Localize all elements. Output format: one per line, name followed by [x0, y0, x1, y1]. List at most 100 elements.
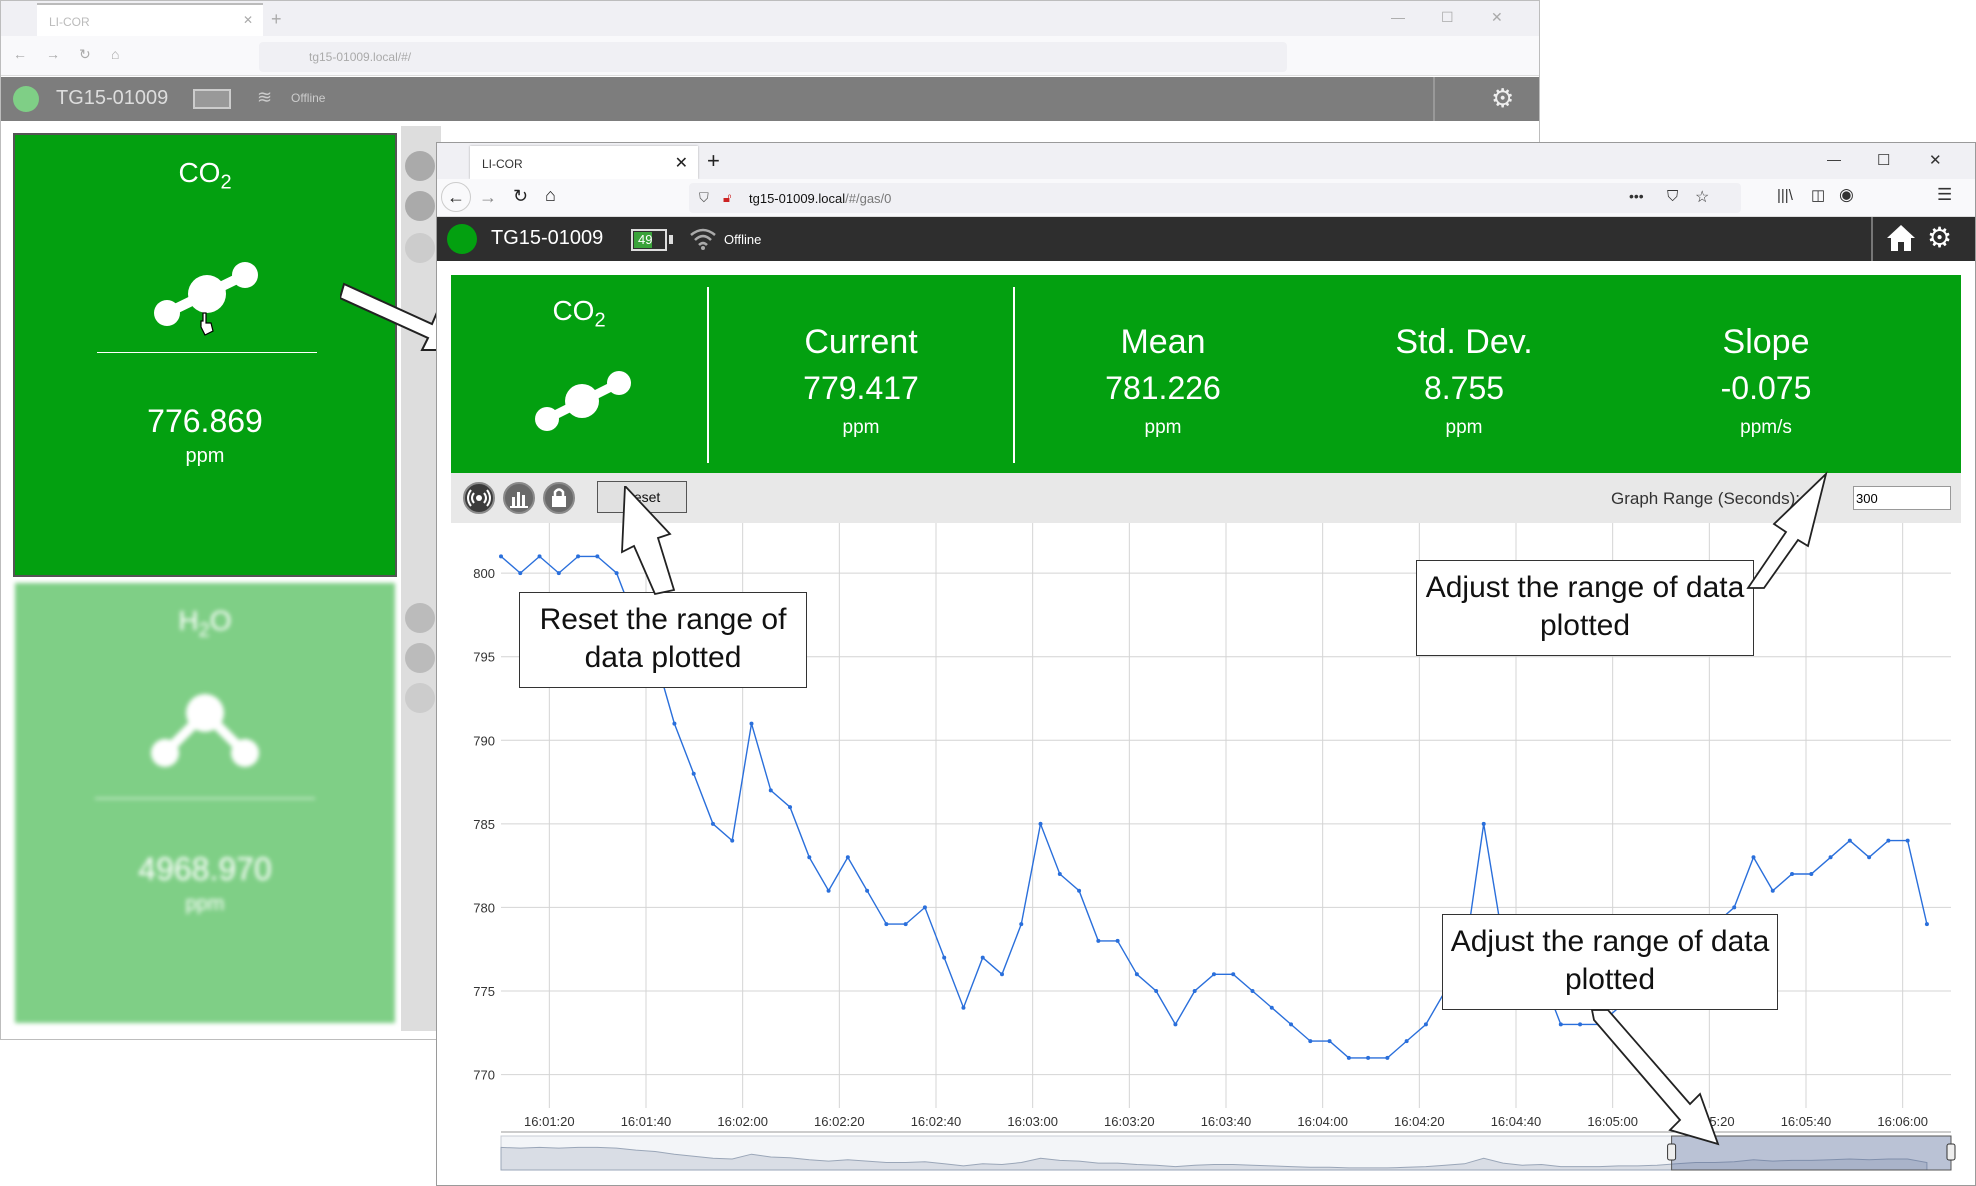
gas-name: CO [178, 157, 221, 188]
library-icon[interactable]: |||\ [1777, 187, 1793, 204]
data-point [1867, 855, 1872, 860]
data-point [1404, 1039, 1409, 1044]
close-tab-icon[interactable]: ✕ [675, 153, 688, 173]
data-point [1115, 938, 1120, 943]
data-point [961, 1005, 966, 1010]
co2-tile-title: CO2 [15, 157, 395, 195]
menu-icon[interactable]: ☰ [1937, 185, 1952, 205]
close-window-icon[interactable]: ✕ [1929, 151, 1942, 169]
reload-icon[interactable]: ↻ [79, 46, 91, 63]
data-point [1924, 922, 1929, 927]
y-tick-label: 795 [473, 650, 495, 665]
more-icon[interactable]: ••• [1629, 188, 1644, 204]
stat-value: 781.226 [1105, 370, 1221, 406]
broadcast-icon[interactable] [405, 151, 435, 181]
data-point [1790, 872, 1795, 876]
back-device-name: TG15-01009 [56, 87, 169, 109]
data-point [499, 554, 503, 559]
broadcast-icon[interactable] [405, 603, 435, 633]
app-bar: TG15-01009 49 Offline ⚙ [437, 217, 1975, 261]
x-tick-label: 16:04:00 [1297, 1114, 1348, 1129]
minimize-icon[interactable]: — [1827, 151, 1841, 167]
data-point [1886, 838, 1891, 843]
y-tick-label: 780 [473, 900, 495, 915]
h2o-tile-title: H2O [15, 605, 395, 643]
h2o-tile[interactable]: H2O 4968.970 ppm [15, 583, 395, 1023]
home-icon[interactable] [1885, 223, 1917, 253]
data-point [826, 888, 831, 893]
account-icon[interactable]: ◉ [1839, 185, 1854, 205]
data-point [1847, 838, 1852, 843]
lock-button[interactable] [543, 482, 575, 514]
data-point [1423, 1022, 1428, 1027]
forward-arrow-icon[interactable]: → [46, 46, 60, 62]
co2-tile-value: 776.869 [147, 403, 263, 439]
x-tick-label: 16:04:40 [1491, 1114, 1542, 1129]
graph-range-input[interactable] [1853, 486, 1951, 510]
statistics-button[interactable] [503, 482, 535, 514]
data-point [1250, 989, 1255, 993]
maximize-icon[interactable]: ☐ [1877, 151, 1890, 169]
sidebar-icon[interactable]: ◫ [1811, 186, 1825, 204]
stats-icon[interactable] [405, 643, 435, 673]
lock-icon[interactable] [405, 233, 435, 263]
x-tick-label: 16:04:20 [1394, 1114, 1445, 1129]
home-icon[interactable]: ⌂ [111, 46, 119, 62]
data-point [865, 888, 870, 893]
back-arrow-icon[interactable]: ← [13, 46, 27, 62]
divider [1871, 217, 1873, 261]
back-url-field[interactable]: tg15-01009.local/#/ [259, 42, 1287, 72]
forward-arrow-icon[interactable]: → [479, 187, 497, 208]
minimize-icon[interactable]: — [1391, 9, 1405, 25]
close-icon[interactable]: ✕ [243, 13, 253, 27]
data-point [1077, 888, 1082, 893]
stat-unit: ppm [1144, 417, 1182, 438]
data-point [999, 972, 1004, 977]
h2o-tile-unit: ppm [185, 893, 225, 915]
y-tick-label: 785 [473, 817, 495, 832]
data-point [1289, 1022, 1294, 1027]
data-point [537, 554, 542, 559]
new-tab-icon[interactable]: + [271, 9, 282, 30]
maximize-icon[interactable]: ☐ [1441, 9, 1454, 26]
home-icon[interactable]: ⌂ [545, 185, 556, 206]
active-tab[interactable]: LI-COR ✕ [470, 146, 698, 179]
gear-icon[interactable]: ⚙ [1927, 221, 1952, 254]
back-arrow-icon[interactable]: ← [441, 182, 471, 212]
stat-mean: Mean 781.226 ppm [1048, 323, 1278, 439]
pocket-icon[interactable]: ⛉ [1667, 188, 1678, 205]
data-point [1038, 821, 1043, 826]
back-tab-title: LI-COR [49, 15, 90, 29]
battery-tip [669, 235, 673, 244]
lock-icon[interactable] [405, 683, 435, 713]
broadcast-button[interactable] [463, 482, 495, 514]
x-tick-label: 16:02:40 [911, 1114, 962, 1129]
bookmark-star-icon[interactable]: ☆ [1695, 187, 1709, 207]
arrow-to-reset-icon [621, 486, 676, 596]
stat-value: 779.417 [803, 370, 919, 406]
stat-label: Mean [1120, 323, 1206, 361]
tile-divider [97, 352, 317, 353]
x-tick-label: 16:01:40 [621, 1114, 672, 1129]
device-name: TG15-01009 [491, 227, 604, 249]
close-window-icon[interactable]: ✕ [1491, 9, 1503, 26]
data-point [884, 922, 889, 927]
data-point [807, 855, 812, 860]
gear-icon[interactable]: ⚙ [1491, 83, 1514, 114]
data-point [730, 838, 735, 843]
shield-icon: ⛉ [699, 190, 709, 205]
data-point [1154, 989, 1159, 993]
data-point [749, 721, 754, 726]
stats-icon[interactable] [405, 191, 435, 221]
range-handle-right[interactable] [1946, 1143, 1956, 1161]
reload-icon[interactable]: ↻ [513, 186, 528, 207]
data-point [1828, 855, 1833, 860]
new-tab-icon[interactable]: + [707, 148, 720, 174]
url-field[interactable]: ⛉ 🔓︎ tg15-01009.local/#/gas/0 ••• ⛉ ☆ [689, 183, 1741, 213]
stat-unit: ppm [1445, 417, 1483, 438]
broadcast-icon [467, 489, 491, 507]
tab-bar: LI-COR ✕ + — ☐ ✕ [437, 143, 1975, 179]
stat-label: Slope [1722, 323, 1810, 361]
data-point [1019, 922, 1024, 927]
back-tab[interactable]: LI-COR ✕ [37, 3, 263, 36]
